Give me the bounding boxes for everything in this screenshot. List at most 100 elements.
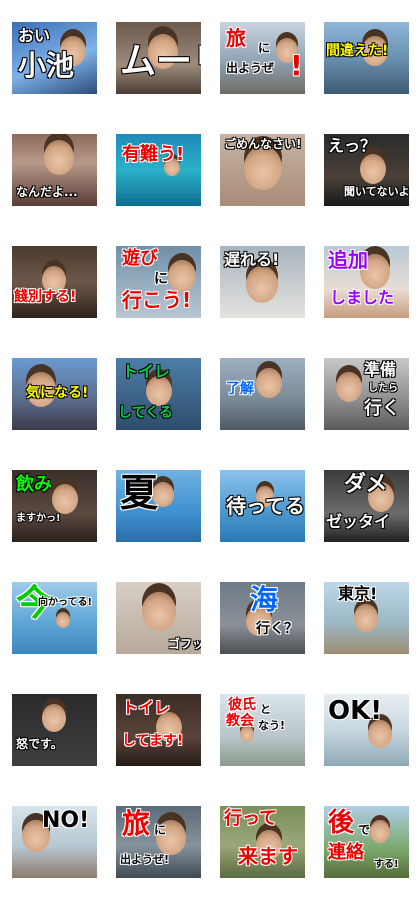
person-avatar (360, 154, 386, 184)
sticker-caption: ごめんなさい! (224, 137, 302, 151)
sticker-caption: してます! (122, 733, 184, 749)
person-avatar (336, 372, 362, 402)
sticker-caption: 出ようぜ! (120, 853, 170, 866)
sticker-caption: 聞いてないよ？ (344, 185, 409, 198)
sticker[interactable]: 追加 しました (324, 246, 409, 318)
sticker[interactable]: 待ってる (220, 470, 305, 542)
sticker[interactable]: 旅に出ようぜ! (220, 22, 305, 94)
sticker-caption: 東京! (338, 584, 378, 603)
sticker-grid: おい小池ムーリ旅に出ようぜ!間違えた!なんだよ...有難う!ごめんなさい!えっ？… (0, 0, 420, 897)
sticker[interactable]: 準備 したら 行く (324, 358, 409, 430)
person-avatar (354, 604, 378, 632)
sticker-caption: 行く (364, 398, 400, 419)
sticker[interactable]: ごめんなさい! (220, 134, 305, 206)
sticker[interactable]: 気になる! (12, 358, 97, 430)
sticker-caption: ! (290, 49, 303, 82)
sticker-caption: ダメ (344, 472, 388, 497)
person-avatar (44, 140, 74, 175)
sticker-caption: で (358, 823, 371, 837)
sticker[interactable]: 旅に出ようぜ! (116, 806, 201, 878)
sticker-caption: OK! (328, 696, 383, 726)
sticker-caption: 小池 (18, 49, 75, 82)
sticker[interactable]: トイレしてます! (116, 694, 201, 766)
sticker-caption: 準備 (364, 360, 397, 379)
sticker-caption: 待ってる (226, 494, 305, 518)
sticker[interactable]: ダメゼッタイ (324, 470, 409, 542)
sticker-caption: ゼッタイ (326, 512, 391, 531)
person-avatar (246, 266, 278, 303)
sticker[interactable]: 行って来ます (220, 806, 305, 878)
sticker-caption: 彼氏 (228, 697, 256, 713)
sticker[interactable]: NO! (12, 806, 97, 878)
sticker-caption: トイレ (122, 698, 171, 717)
sticker-caption: 行こう! (122, 288, 192, 312)
sticker[interactable]: トイレ してくる (116, 358, 201, 430)
person-avatar (42, 704, 66, 732)
sticker-caption: 夏 (120, 471, 159, 515)
person-avatar (56, 612, 70, 629)
sticker-caption: なんだよ... (16, 185, 78, 199)
sticker-caption: 間違えた! (326, 43, 389, 59)
sticker-caption: トイレ (122, 362, 171, 381)
sticker-caption: なう! (258, 719, 286, 732)
sticker-caption: しました (330, 288, 395, 307)
sticker-caption: おい (18, 26, 51, 45)
person-avatar (370, 820, 390, 843)
sticker-caption: 了解 (226, 381, 254, 397)
sticker[interactable]: ゴフッ (116, 582, 201, 654)
sticker[interactable]: 夏 (116, 470, 201, 542)
sticker-caption: えっ？ (328, 136, 377, 155)
sticker-caption: 気になる! (26, 385, 89, 401)
sticker-caption: 海 (250, 583, 279, 616)
sticker-caption: 飲み (16, 474, 52, 495)
sticker-caption: 怒です。 (16, 737, 63, 751)
sticker-caption: 餞別する! (14, 289, 77, 305)
sticker-caption: に (258, 41, 271, 55)
sticker[interactable]: 有難う! (116, 134, 201, 206)
sticker-caption: 旅 (122, 807, 151, 840)
sticker[interactable]: えっ？ 聞いてないよ？ (324, 134, 409, 206)
sticker[interactable]: 今向かってる! (12, 582, 97, 654)
sticker-caption: 連絡 (328, 842, 364, 863)
sticker[interactable]: 飲みますかっ! (12, 470, 97, 542)
sticker-caption: 遅れる! (224, 250, 280, 269)
sticker[interactable]: ムーリ (116, 22, 201, 94)
sticker-caption: 行く？ (256, 621, 298, 637)
person-avatar (142, 592, 176, 632)
sticker-caption: 行って (224, 808, 278, 829)
sticker[interactable]: OK! (324, 694, 409, 766)
person-avatar (256, 368, 282, 398)
sticker-caption: 遊び (122, 248, 158, 269)
sticker-caption: NO! (42, 808, 90, 833)
sticker-caption: ますかっ! (16, 513, 61, 524)
sticker[interactable]: 怒です。 (12, 694, 97, 766)
sticker-caption: と (260, 703, 271, 716)
sticker[interactable]: 彼氏と教会 なう! (220, 694, 305, 766)
sticker-caption: に (154, 823, 167, 837)
sticker[interactable]: おい 小池 (12, 22, 97, 94)
sticker-caption: ゴフッ (168, 637, 201, 651)
sticker[interactable]: 東京! (324, 582, 409, 654)
sticker-caption: 追加 (328, 248, 368, 272)
sticker[interactable]: 餞別する! (12, 246, 97, 318)
sticker-caption: してくる (118, 405, 173, 421)
sticker-caption: 出ようぜ (226, 61, 275, 75)
sticker[interactable]: 遊びに行こう! (116, 246, 201, 318)
sticker-caption: したら (368, 383, 398, 394)
sticker-caption: 旅 (226, 26, 246, 50)
sticker-caption: 向かってる! (38, 597, 93, 608)
sticker[interactable]: 遅れる! (220, 246, 305, 318)
sticker[interactable]: なんだよ... (12, 134, 97, 206)
person-avatar (244, 146, 282, 190)
sticker-caption: 後 (328, 808, 355, 838)
sticker-caption: 有難う! (122, 144, 185, 165)
sticker[interactable]: 間違えた! (324, 22, 409, 94)
sticker-caption: に (154, 271, 168, 287)
sticker-caption: 来ます (238, 844, 298, 868)
sticker-caption: 教会 (226, 713, 254, 729)
sticker[interactable]: 了解 (220, 358, 305, 430)
sticker-caption: ムーリ (120, 41, 201, 82)
sticker[interactable]: 海行く？ (220, 582, 305, 654)
sticker-caption: する! (374, 859, 399, 870)
sticker[interactable]: 後で連絡 する! (324, 806, 409, 878)
